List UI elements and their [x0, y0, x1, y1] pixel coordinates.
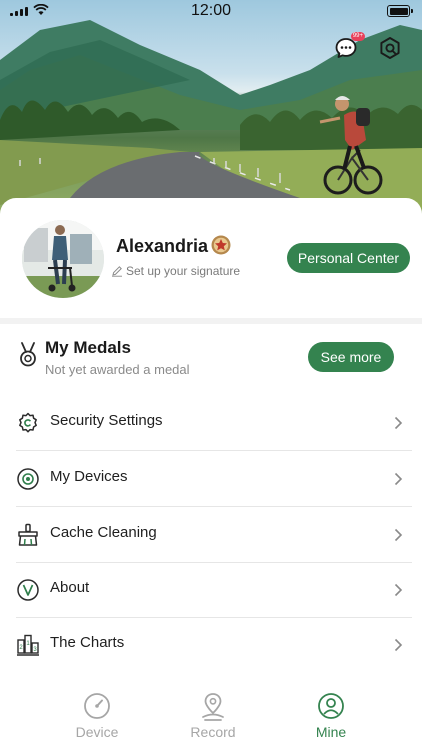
tab-mine[interactable]: Mine	[281, 690, 381, 746]
chevron-right-icon	[394, 472, 403, 486]
pencil-icon	[112, 266, 122, 277]
avatar[interactable]	[22, 220, 104, 298]
menu-label: Cache Cleaning	[50, 524, 157, 541]
chevron-right-icon	[394, 528, 403, 542]
personal-center-button[interactable]: Personal Center	[287, 243, 410, 273]
svg-text:2: 2	[19, 645, 23, 651]
svg-text:1: 1	[26, 641, 30, 647]
settings-button[interactable]	[378, 36, 404, 62]
see-more-button[interactable]: See more	[308, 342, 394, 372]
avatar-photo	[22, 220, 104, 298]
signature-row[interactable]: Set up your signature	[111, 264, 240, 278]
menu-label: About	[50, 579, 90, 596]
menu-item-about[interactable]: About	[0, 562, 422, 618]
battery-icon	[387, 5, 413, 17]
username: Alexandria	[116, 236, 209, 256]
messages-button[interactable]: 99+	[334, 32, 365, 62]
tab-label: Record	[190, 724, 236, 740]
menu-label: My Devices	[50, 468, 128, 485]
gauge-icon	[84, 693, 110, 719]
chevron-right-icon	[394, 416, 403, 430]
person-icon	[318, 693, 344, 719]
my-devices-icon	[17, 468, 39, 490]
bottom-tab-bar: Device Record Mine	[0, 680, 422, 750]
about-icon	[17, 579, 39, 601]
tab-label: Mine	[315, 724, 347, 740]
chevron-right-icon	[394, 583, 403, 597]
chevron-right-icon	[394, 638, 403, 652]
menu-item-cache-cleaning[interactable]: Cache Cleaning	[0, 507, 422, 563]
section-divider	[0, 318, 422, 324]
message-count-badge: 99+	[350, 32, 365, 41]
menu-item-security-settings[interactable]: Security Settings	[0, 395, 422, 451]
tab-record[interactable]: Record	[163, 690, 263, 746]
header-banner: 12:00 99+	[0, 0, 422, 230]
security-settings-icon	[19, 412, 37, 433]
menu-item-the-charts[interactable]: 2 1 3 The Charts	[0, 617, 422, 673]
cache-cleaning-icon	[18, 523, 38, 546]
tab-device[interactable]: Device	[47, 690, 147, 746]
location-pin-icon	[202, 693, 224, 721]
level-badge-icon	[211, 235, 231, 255]
charts-icon: 2 1 3	[17, 634, 39, 656]
svg-text:3: 3	[33, 647, 37, 653]
signature-placeholder: Set up your signature	[126, 264, 241, 278]
profile-card: Alexandria Set up your signature Persona…	[0, 198, 422, 318]
tab-label: Device	[75, 724, 119, 740]
menu-item-my-devices[interactable]: My Devices	[0, 451, 422, 507]
medals-subtitle: Not yet awarded a medal	[45, 362, 190, 377]
hexagon-settings-icon	[380, 37, 400, 59]
status-time: 12:00	[190, 2, 232, 19]
medal-icon	[20, 342, 36, 367]
medals-title: My Medals	[45, 338, 131, 357]
menu-label: Security Settings	[50, 412, 163, 429]
menu-label: The Charts	[50, 634, 125, 651]
status-bar: 12:00	[0, 0, 422, 24]
